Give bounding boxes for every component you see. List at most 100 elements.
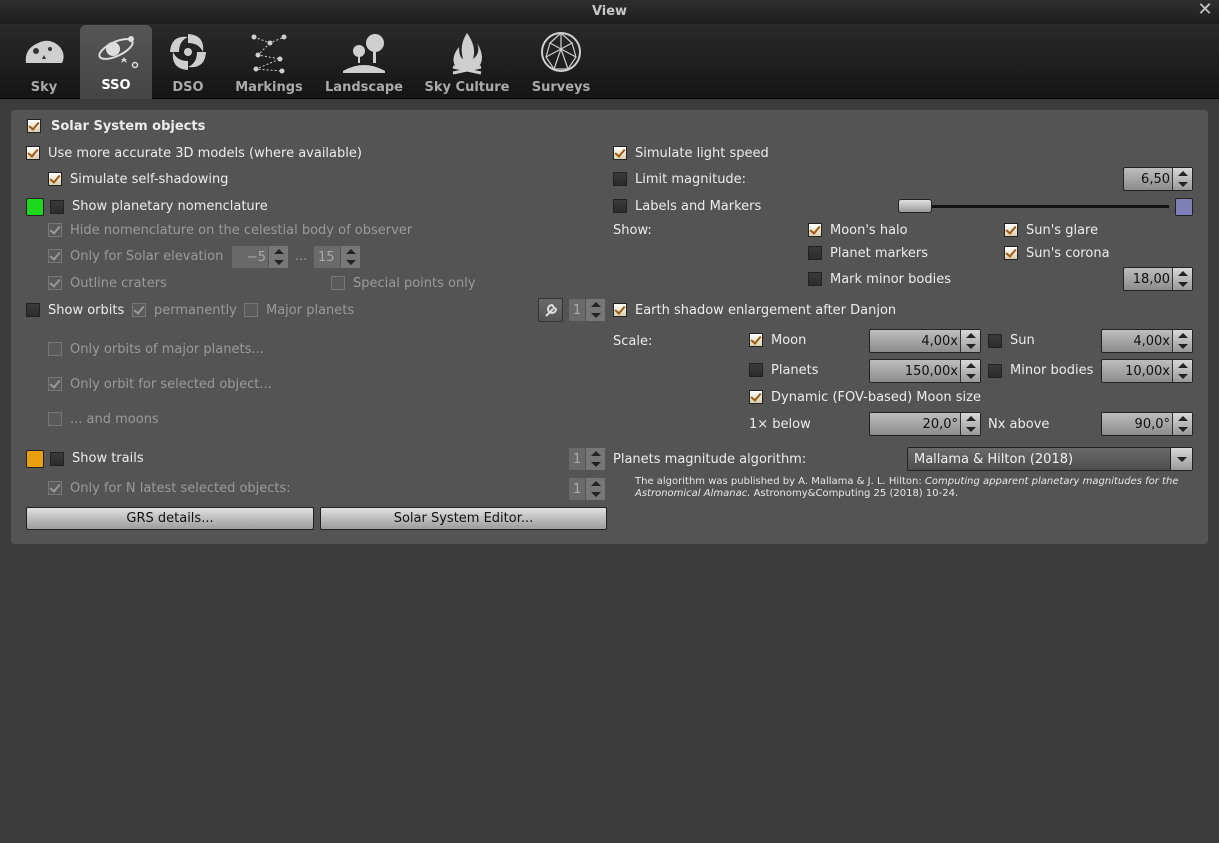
light-speed-checkbox[interactable] <box>613 146 627 160</box>
tab-label: Surveys <box>531 80 591 95</box>
spin-value: 1 <box>573 452 582 467</box>
dso-icon <box>170 34 206 70</box>
spin-arrows-icon[interactable] <box>960 413 980 435</box>
labels-color-swatch[interactable] <box>1175 198 1193 216</box>
moon-scale-spinbox[interactable]: 4,00x <box>869 329 981 353</box>
outline-craters-checkbox[interactable] <box>48 276 62 290</box>
planet-markers-checkbox[interactable] <box>808 246 822 260</box>
orbit-width-spinbox[interactable]: 1 <box>568 298 606 322</box>
only-n-latest-label: Only for N latest selected objects: <box>70 481 291 496</box>
solar-system-editor-button[interactable]: Solar System Editor... <box>320 507 607 530</box>
planets-scale-checkbox[interactable] <box>749 363 763 377</box>
tab-label: Sky Culture <box>424 80 510 95</box>
spin-value: 1 <box>573 482 582 497</box>
below-spinbox[interactable]: 20,0° <box>869 412 981 436</box>
tab-markings[interactable]: Markings <box>228 25 310 99</box>
suns-glare-checkbox[interactable] <box>1004 223 1018 237</box>
tab-label: Landscape <box>325 80 403 95</box>
mark-minor-label: Mark minor bodies <box>830 272 951 287</box>
above-spinbox[interactable]: 90,0° <box>1101 412 1193 436</box>
planets-scale-spinbox[interactable]: 150,00x <box>869 359 981 383</box>
minor-bodies-scale-spinbox[interactable]: 10,00x <box>1101 359 1193 383</box>
solar-system-objects-checkbox[interactable] <box>27 119 41 133</box>
magnitude-algorithm-label: Planets magnitude algorithm: <box>613 452 807 467</box>
tab-surveys[interactable]: Surveys <box>526 25 596 99</box>
magnitude-algorithm-select[interactable]: Mallama & Hilton (2018) <box>907 447 1193 471</box>
sun-scale-spinbox[interactable]: 4,00x <box>1101 329 1193 353</box>
show-trails-checkbox[interactable] <box>50 452 64 466</box>
spin-arrows-icon[interactable] <box>1172 168 1192 190</box>
sso-panel: Solar System objects Use more accurate 3… <box>11 110 1208 544</box>
moons-halo-checkbox[interactable] <box>808 223 822 237</box>
spin-arrows-icon[interactable] <box>268 246 288 268</box>
spin-arrows-icon[interactable] <box>585 448 605 470</box>
spin-arrows-icon[interactable] <box>960 330 980 352</box>
only-orbit-selected-checkbox[interactable] <box>48 377 62 391</box>
spin-value: 1 <box>573 303 582 318</box>
spin-arrows-icon[interactable] <box>1172 360 1192 382</box>
tab-sso[interactable]: SSO <box>80 25 152 99</box>
nomenclature-color-swatch[interactable] <box>26 198 44 216</box>
tab-sky[interactable]: Sky <box>12 25 76 99</box>
spin-arrows-icon[interactable] <box>1172 330 1192 352</box>
self-shadowing-checkbox[interactable] <box>48 172 62 186</box>
tab-sky-culture[interactable]: Sky Culture <box>420 25 514 99</box>
trails-color-swatch[interactable] <box>26 450 44 468</box>
spin-arrows-icon[interactable] <box>340 246 360 268</box>
mark-minor-spinbox[interactable]: 18,00 <box>1123 267 1193 291</box>
accurate-3d-checkbox[interactable] <box>26 146 40 160</box>
tab-bar: Sky SSO DSO Markings Landscape Sky Cultu… <box>0 24 1219 99</box>
labels-slider-track[interactable] <box>911 205 1169 208</box>
and-moons-checkbox[interactable] <box>48 412 62 426</box>
spin-arrows-icon[interactable] <box>1172 268 1192 290</box>
earth-shadow-checkbox[interactable] <box>613 303 627 317</box>
spin-arrows-icon[interactable] <box>960 360 980 382</box>
show-orbits-checkbox[interactable] <box>26 303 40 317</box>
close-icon[interactable]: ✕ <box>1197 1 1213 19</box>
tab-dso[interactable]: DSO <box>156 25 220 99</box>
below-label: 1× below <box>749 417 811 432</box>
tab-label: DSO <box>172 80 204 95</box>
hide-nomenclature-checkbox[interactable] <box>48 223 62 237</box>
orbits-settings-button[interactable] <box>538 298 563 322</box>
sun-scale-checkbox[interactable] <box>988 334 1002 348</box>
elevation-max-spinbox[interactable]: 15 <box>313 245 361 269</box>
moon-scale-checkbox[interactable] <box>749 333 763 347</box>
window-title: View <box>591 4 628 19</box>
spin-arrows-icon[interactable] <box>585 478 605 500</box>
landscape-icon <box>343 34 385 73</box>
sun-scale-label: Sun <box>1010 333 1035 348</box>
orbits-permanently-checkbox[interactable] <box>132 303 146 317</box>
special-points-checkbox[interactable] <box>331 276 345 290</box>
nomenclature-checkbox[interactable] <box>50 200 64 214</box>
sso-icon <box>98 36 139 69</box>
orbits-major-planets-checkbox[interactable] <box>244 303 258 317</box>
suns-glare-label: Sun's glare <box>1026 223 1099 238</box>
limit-magnitude-spinbox[interactable]: 6,50 <box>1123 167 1193 191</box>
sky-icon <box>25 40 64 63</box>
suns-corona-label: Sun's corona <box>1026 246 1110 261</box>
spin-arrows-icon[interactable] <box>585 299 605 321</box>
tab-landscape[interactable]: Landscape <box>322 25 406 99</box>
solar-elevation-checkbox[interactable] <box>48 249 62 263</box>
labels-slider-handle[interactable] <box>897 199 932 213</box>
suns-corona-checkbox[interactable] <box>1004 246 1018 260</box>
special-points-label: Special points only <box>353 276 476 291</box>
dynamic-moon-checkbox[interactable] <box>749 390 763 404</box>
spin-value: 90,0° <box>1134 417 1170 432</box>
n-latest-spinbox[interactable]: 1 <box>568 477 606 501</box>
grs-details-button[interactable]: GRS details... <box>26 507 314 530</box>
mark-minor-checkbox[interactable] <box>808 272 822 286</box>
only-n-latest-checkbox[interactable] <box>48 481 62 495</box>
labels-markers-checkbox[interactable] <box>613 199 627 213</box>
chevron-down-icon[interactable] <box>1170 448 1192 470</box>
surveys-icon <box>541 32 581 72</box>
only-orbits-major-checkbox[interactable] <box>48 342 62 356</box>
spin-arrows-icon[interactable] <box>1172 413 1192 435</box>
labels-markers-label: Labels and Markers <box>635 199 762 214</box>
scale-label: Scale: <box>613 334 653 349</box>
limit-magnitude-checkbox[interactable] <box>613 172 627 186</box>
elevation-min-spinbox[interactable]: −5 <box>231 245 289 269</box>
minor-bodies-scale-checkbox[interactable] <box>988 364 1002 378</box>
trails-width-spinbox[interactable]: 1 <box>568 447 606 471</box>
